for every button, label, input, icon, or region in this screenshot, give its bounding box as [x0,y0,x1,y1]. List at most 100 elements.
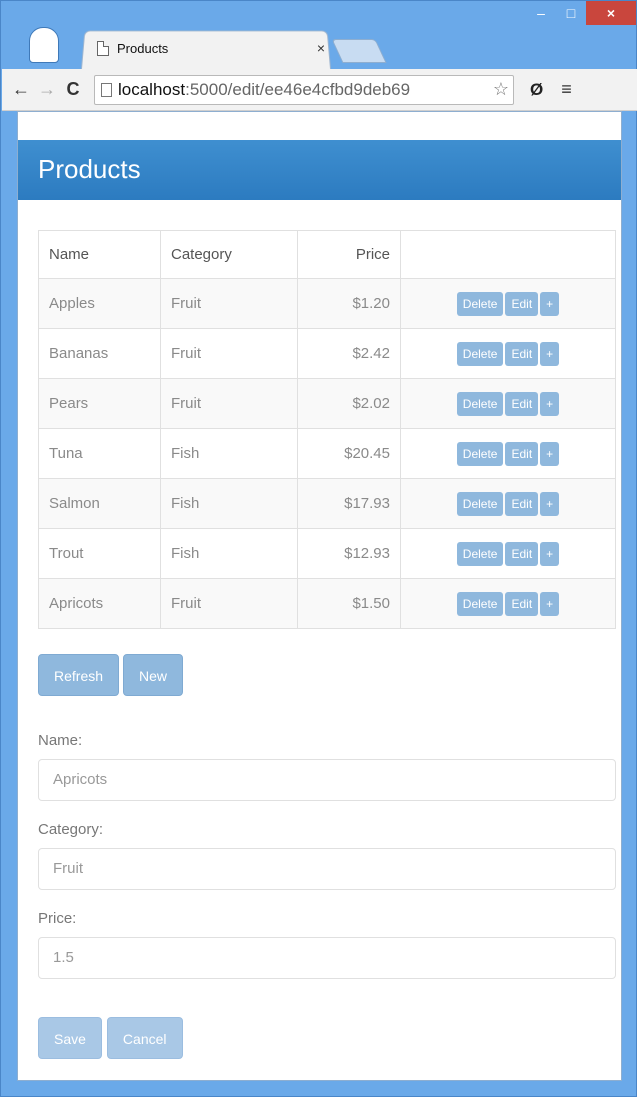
row-actions: Delete Edit + [400,478,616,529]
edit-button[interactable]: Edit [505,341,539,366]
product-category: Fish [160,528,298,579]
product-name: Apricots [38,578,161,629]
column-header: Category [160,230,298,279]
plus-button[interactable]: + [540,491,560,516]
new-button[interactable]: New [123,654,184,696]
product-name: Pears [38,378,161,429]
product-name: Tuna [38,428,161,479]
product-category: Fruit [160,278,298,329]
table-row: Apples Fruit $1.20 Delete Edit + [38,278,616,329]
column-header: Name [38,230,161,279]
product-price: $1.20 [297,278,401,329]
bookmark-star-icon[interactable]: ☆ [493,79,509,100]
product-category: Fish [160,478,298,529]
table-row: Apricots Fruit $1.50 Delete Edit + [38,578,616,629]
product-category: Fruit [160,378,298,429]
plus-button[interactable]: + [540,341,560,366]
product-price: $12.93 [297,528,401,579]
plus-button[interactable]: + [540,541,560,566]
table-actions: Refresh New [38,654,184,696]
category-field[interactable]: Fruit [38,848,616,890]
row-actions: Delete Edit + [400,278,616,329]
edit-button[interactable]: Edit [505,591,539,616]
products-table: Name Category Price Apples Fruit $1.20 D… [38,230,616,629]
product-category: Fruit [160,328,298,379]
price-field[interactable]: 1.5 [38,937,616,979]
name-field[interactable]: Apricots [38,759,616,801]
product-name: Salmon [38,478,161,529]
delete-button[interactable]: Delete [456,591,504,616]
edit-button[interactable]: Edit [505,391,539,416]
close-window-button[interactable]: × [586,1,636,25]
row-actions: Delete Edit + [400,428,616,479]
new-tab-button[interactable] [331,39,387,63]
product-price: $2.42 [297,328,401,379]
table-row: Trout Fish $12.93 Delete Edit + [38,528,616,579]
product-price: $1.50 [297,578,401,629]
tab-strip: Products × – □ × [1,1,636,70]
url-path: :5000/edit/ee46e4cfbd9deb69 [185,79,411,99]
product-category: Fruit [160,578,298,629]
url-host: localhost [118,79,186,99]
product-price: $20.45 [297,428,401,479]
back-icon[interactable]: ← [8,79,34,100]
minimize-button[interactable]: – [526,1,556,25]
edit-button[interactable]: Edit [505,441,539,466]
delete-button[interactable]: Delete [456,491,504,516]
page-icon [101,82,112,97]
browser-toolbar: ← → C localhost :5000/edit/ee46e4cfbd9de… [2,69,637,111]
table-row: Pears Fruit $2.02 Delete Edit + [38,378,616,429]
price-label: Price: [38,910,77,927]
product-price: $17.93 [297,478,401,529]
table-row: Bananas Fruit $2.42 Delete Edit + [38,328,616,379]
profile-icon[interactable] [29,27,59,63]
table-header-row: Name Category Price [38,230,616,279]
tab-close-icon[interactable]: × [317,40,325,56]
page-icon [97,40,109,56]
reload-icon[interactable]: C [60,79,86,100]
menu-icon[interactable]: ≡ [561,79,572,100]
name-label: Name: [38,732,83,749]
row-actions: Delete Edit + [400,378,616,429]
plus-button[interactable]: + [540,291,560,316]
product-name: Trout [38,528,161,579]
delete-button[interactable]: Delete [456,441,504,466]
column-header [400,230,616,279]
window-controls: – □ × [526,1,636,31]
edit-button[interactable]: Edit [505,541,539,566]
plus-button[interactable]: + [540,391,560,416]
tab-content: Products × [97,35,325,61]
cancel-button[interactable]: Cancel [106,1017,183,1059]
page-viewport: Products Name Category Price Apples Frui… [17,111,622,1081]
plus-button[interactable]: + [540,441,560,466]
product-form: Name: Apricots Category: Fruit Price: 1.… [38,732,616,999]
delete-button[interactable]: Delete [456,341,504,366]
column-header: Price [297,230,401,279]
row-actions: Delete Edit + [400,578,616,629]
category-label: Category: [38,821,104,838]
extension-icon[interactable]: Ø [530,80,543,100]
row-actions: Delete Edit + [400,328,616,379]
maximize-button[interactable]: □ [556,1,586,25]
browser-window: Products × – □ × ← → C localhost :5000/e… [0,0,637,1097]
row-actions: Delete Edit + [400,528,616,579]
product-name: Bananas [38,328,161,379]
form-actions: Save Cancel [38,1017,183,1059]
table-row: Tuna Fish $20.45 Delete Edit + [38,428,616,479]
table-row: Salmon Fish $17.93 Delete Edit + [38,478,616,529]
delete-button[interactable]: Delete [456,541,504,566]
edit-button[interactable]: Edit [505,491,539,516]
page-header: Products [18,140,621,200]
edit-button[interactable]: Edit [505,291,539,316]
tab-title[interactable]: Products [117,41,317,56]
product-category: Fish [160,428,298,479]
forward-icon[interactable]: → [34,79,60,100]
product-price: $2.02 [297,378,401,429]
plus-button[interactable]: + [540,591,560,616]
product-name: Apples [38,278,161,329]
address-bar[interactable]: localhost :5000/edit/ee46e4cfbd9deb69 ☆ [94,74,514,105]
delete-button[interactable]: Delete [456,391,504,416]
refresh-button[interactable]: Refresh [38,654,120,696]
save-button[interactable]: Save [38,1017,102,1059]
delete-button[interactable]: Delete [456,291,504,316]
